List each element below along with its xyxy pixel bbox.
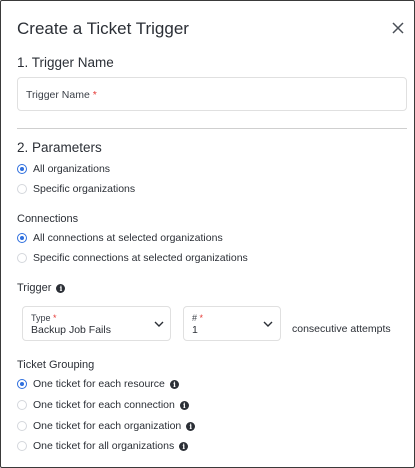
radio-button[interactable]: [17, 253, 27, 263]
consecutive-attempts-text: consecutive attempts: [292, 323, 391, 335]
radio-button[interactable]: [17, 421, 27, 431]
trigger-label: Trigger i: [17, 282, 66, 294]
create-ticket-trigger-dialog: Create a Ticket Trigger 1. Trigger Name …: [0, 0, 415, 468]
info-icon[interactable]: i: [179, 400, 189, 410]
radio-button-checked[interactable]: [17, 164, 27, 174]
radio-ticket-each-resource[interactable]: One ticket for each resource i: [17, 377, 179, 391]
radio-label: One ticket for each resource: [33, 378, 165, 390]
trigger-type-select[interactable]: Type * Backup Job Fails: [22, 306, 171, 341]
info-icon[interactable]: i: [186, 421, 196, 431]
chevron-down-icon: [154, 321, 164, 327]
radio-ticket-all-organizations[interactable]: One ticket for all organizations i: [17, 439, 189, 453]
close-icon[interactable]: [389, 19, 407, 37]
trigger-name-input[interactable]: Trigger Name *: [17, 77, 407, 111]
radio-all-connections[interactable]: All connections at selected organization…: [17, 231, 223, 245]
radio-label: Specific connections at selected organiz…: [33, 252, 248, 264]
trigger-count-label: # *: [192, 313, 204, 323]
info-icon[interactable]: i: [179, 441, 189, 451]
trigger-count-select[interactable]: # * 1: [183, 306, 281, 341]
radio-button[interactable]: [17, 184, 27, 194]
radio-label: One ticket for each connection: [33, 399, 175, 411]
radio-button[interactable]: [17, 441, 27, 451]
radio-specific-connections[interactable]: Specific connections at selected organiz…: [17, 251, 248, 265]
radio-label: One ticket for each organization: [33, 420, 182, 432]
radio-label: Specific organizations: [33, 183, 136, 195]
radio-specific-organizations[interactable]: Specific organizations: [17, 182, 135, 196]
ticket-grouping-label: Ticket Grouping: [17, 359, 95, 371]
info-icon[interactable]: i: [56, 283, 66, 293]
radio-button[interactable]: [17, 400, 27, 410]
trigger-count-value: 1: [192, 324, 198, 336]
radio-label: All connections at selected organization…: [33, 232, 223, 244]
trigger-type-value: Backup Job Fails: [31, 324, 111, 336]
radio-ticket-each-organization[interactable]: One ticket for each organization i: [17, 419, 196, 433]
parameters-section-title: 2. Parameters: [17, 140, 102, 155]
section-divider: [17, 128, 407, 129]
radio-button-checked[interactable]: [17, 233, 27, 243]
trigger-name-placeholder: Trigger Name *: [26, 89, 97, 101]
trigger-name-section-title: 1. Trigger Name: [17, 55, 114, 70]
dialog-title: Create a Ticket Trigger: [17, 19, 189, 38]
radio-label: One ticket for all organizations: [33, 440, 175, 452]
info-icon[interactable]: i: [169, 379, 179, 389]
radio-button-checked[interactable]: [17, 379, 27, 389]
connections-label: Connections: [17, 213, 79, 225]
radio-label: All organizations: [33, 163, 111, 175]
chevron-down-icon: [263, 321, 273, 327]
radio-all-organizations[interactable]: All organizations: [17, 162, 110, 176]
radio-ticket-each-connection[interactable]: One ticket for each connection i: [17, 398, 189, 412]
trigger-type-label: Type *: [31, 313, 57, 323]
